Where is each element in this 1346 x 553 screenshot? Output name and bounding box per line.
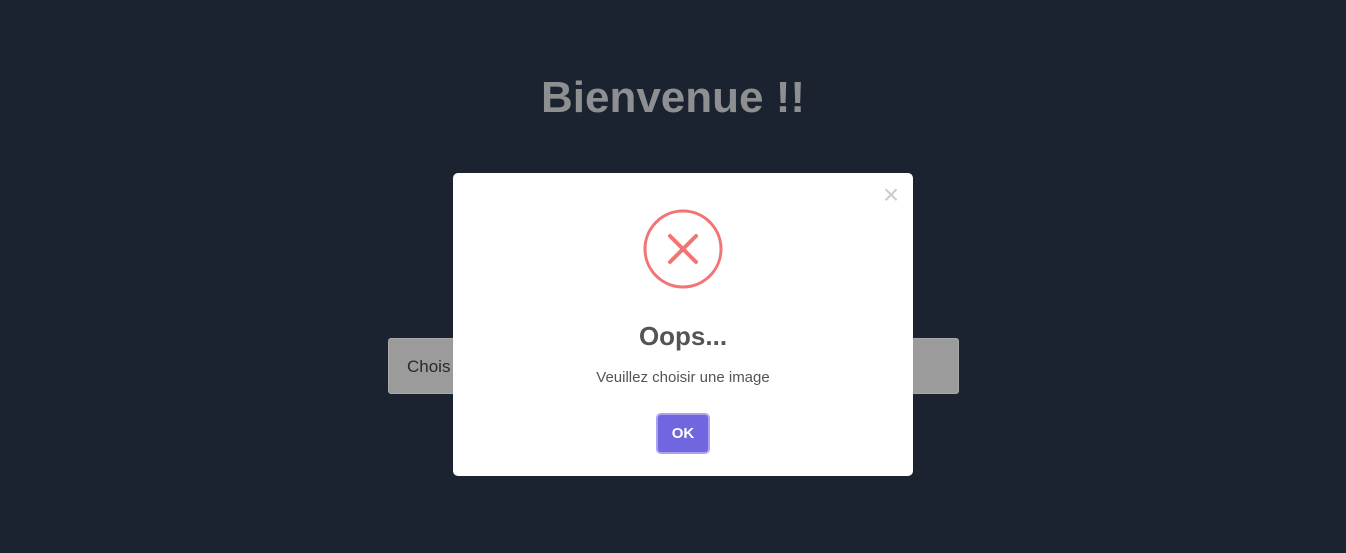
error-dialog: × Oops... Veuillez choisir une image OK	[453, 173, 913, 476]
page-title: Bienvenue !!	[540, 73, 806, 122]
close-icon: ×	[882, 179, 900, 210]
page: Bienvenue !! Chois × Oops... Veuillez ch…	[0, 0, 1346, 553]
error-x-icon	[643, 209, 723, 289]
file-picker-label: Chois	[407, 357, 451, 376]
close-button[interactable]: ×	[879, 181, 903, 209]
ok-button[interactable]: OK	[656, 413, 710, 454]
dialog-message: Veuillez choisir une image	[596, 369, 770, 386]
dialog-title: Oops...	[638, 321, 728, 351]
